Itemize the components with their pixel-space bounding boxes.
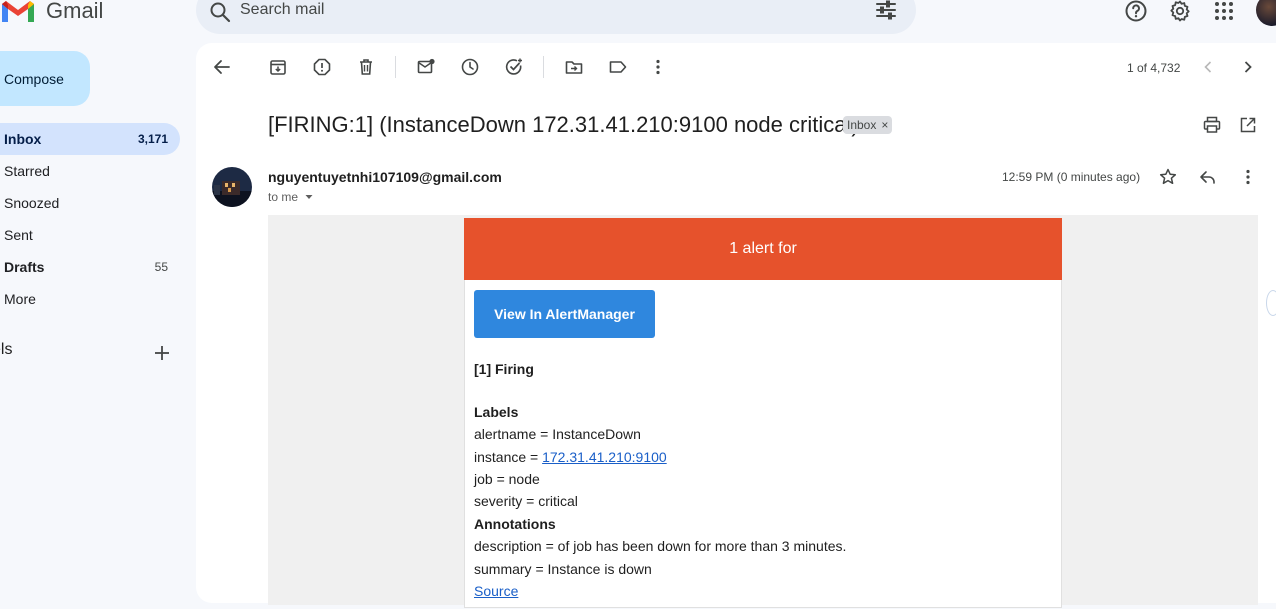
alertmanager-button-label: View In AlertManager <box>494 306 635 322</box>
annotations-heading: Annotations <box>474 516 556 532</box>
sender-avatar[interactable] <box>212 167 252 207</box>
sidebar-item-label: Snoozed <box>4 195 60 211</box>
search-icon[interactable] <box>208 0 232 24</box>
drafts-count: 55 <box>154 260 168 274</box>
instance-link[interactable]: 172.31.41.210:9100 <box>542 449 667 465</box>
reply-icon[interactable] <box>1198 167 1218 187</box>
newer-chevron-left-icon[interactable] <box>1198 57 1218 77</box>
sidebar-item-drafts[interactable]: Drafts 55 <box>0 251 180 283</box>
source-link[interactable]: Source <box>474 583 518 599</box>
sidebar-item-label: Drafts <box>4 259 45 275</box>
account-avatar[interactable] <box>1256 0 1276 26</box>
star-icon[interactable] <box>1158 167 1178 187</box>
sidebar-item-label: Starred <box>4 163 50 179</box>
back-arrow-icon[interactable] <box>212 57 232 77</box>
toolbar-divider <box>543 56 544 78</box>
search-input[interactable] <box>240 0 840 22</box>
search-bar[interactable] <box>196 0 916 34</box>
open-in-new-window-icon[interactable] <box>1238 115 1258 135</box>
compose-label: Compose <box>4 70 64 87</box>
firing-heading: [1] Firing <box>474 361 534 377</box>
print-icon[interactable] <box>1202 115 1222 135</box>
sidebar-item-label: Inbox <box>4 131 42 147</box>
sidebar-item-label: More <box>4 291 36 307</box>
settings-gear-icon[interactable] <box>1168 0 1192 23</box>
source-link-text[interactable]: Source <box>474 583 518 599</box>
chevron-down-icon[interactable] <box>304 192 314 202</box>
inbox-label-chip[interactable]: Inbox × <box>843 116 893 134</box>
view-in-alertmanager-button[interactable]: View In AlertManager <box>474 290 655 338</box>
instance-prefix: instance = <box>474 449 543 465</box>
move-to-folder-icon[interactable] <box>564 57 584 77</box>
label-alertname: alertname = InstanceDown <box>474 426 641 442</box>
side-panel-toggle[interactable] <box>1266 290 1276 316</box>
alert-header-text: 1 alert for <box>729 240 797 257</box>
sidebar-item-inbox[interactable]: Inbox 3,171 <box>0 123 180 155</box>
recipient-details[interactable]: to me <box>268 190 314 204</box>
message-more-options-icon[interactable] <box>1238 167 1258 187</box>
label-job: job = node <box>474 471 540 487</box>
labels-heading: Labels <box>474 404 519 420</box>
more-options-vertical-icon[interactable] <box>648 57 668 77</box>
sender-photo-icon <box>212 167 252 207</box>
snooze-clock-icon[interactable] <box>460 57 480 77</box>
create-label-plus-icon[interactable] <box>150 341 174 365</box>
message-paging-count: 1 of 4,732 <box>1127 61 1181 75</box>
sender-email[interactable]: nguyentuyetnhi107109@gmail.com <box>268 169 502 185</box>
archive-icon[interactable] <box>268 57 288 77</box>
gmail-wordmark: Gmail <box>46 0 104 23</box>
help-icon[interactable] <box>1124 0 1148 23</box>
alert-header-bar: 1 alert for <box>464 218 1062 280</box>
recipient-label: to me <box>268 190 299 204</box>
gmail-logo[interactable]: Gmail <box>0 0 120 28</box>
sidebar-item-starred[interactable]: Starred <box>0 155 180 187</box>
sidebar-item-snoozed[interactable]: Snoozed <box>0 187 180 219</box>
message-timestamp: 12:59 PM (0 minutes ago) <box>1002 170 1141 184</box>
gmail-m-icon <box>2 1 34 22</box>
labels-header: els <box>0 341 12 359</box>
label-tag-icon[interactable] <box>608 57 628 77</box>
older-chevron-right-icon[interactable] <box>1238 57 1258 77</box>
report-spam-icon[interactable] <box>312 57 332 77</box>
inbox-chip-label: Inbox <box>847 118 877 132</box>
delete-trash-icon[interactable] <box>356 57 376 77</box>
annotation-description: description = of job has been down for m… <box>474 538 847 554</box>
remove-label-close-icon[interactable]: × <box>881 118 888 132</box>
labels-header-text: els <box>0 341 13 358</box>
compose-button[interactable]: Compose <box>0 51 90 106</box>
sidebar-item-sent[interactable]: Sent <box>0 219 180 251</box>
toolbar-divider <box>395 56 396 78</box>
mark-unread-icon[interactable] <box>416 57 436 77</box>
add-to-tasks-icon[interactable] <box>504 57 524 77</box>
email-subject: [FIRING:1] (InstanceDown 172.31.41.210:9… <box>268 112 859 137</box>
apps-grid-icon[interactable] <box>1212 0 1236 23</box>
label-instance: instance = 172.31.41.210:9100 <box>474 449 667 465</box>
inbox-count: 3,171 <box>137 132 168 146</box>
annotation-summary: summary = Instance is down <box>474 561 652 577</box>
label-severity: severity = critical <box>474 493 578 509</box>
search-options-icon[interactable] <box>874 0 898 22</box>
sidebar-item-label: Sent <box>4 227 33 243</box>
sidebar-item-more[interactable]: More <box>0 283 180 315</box>
